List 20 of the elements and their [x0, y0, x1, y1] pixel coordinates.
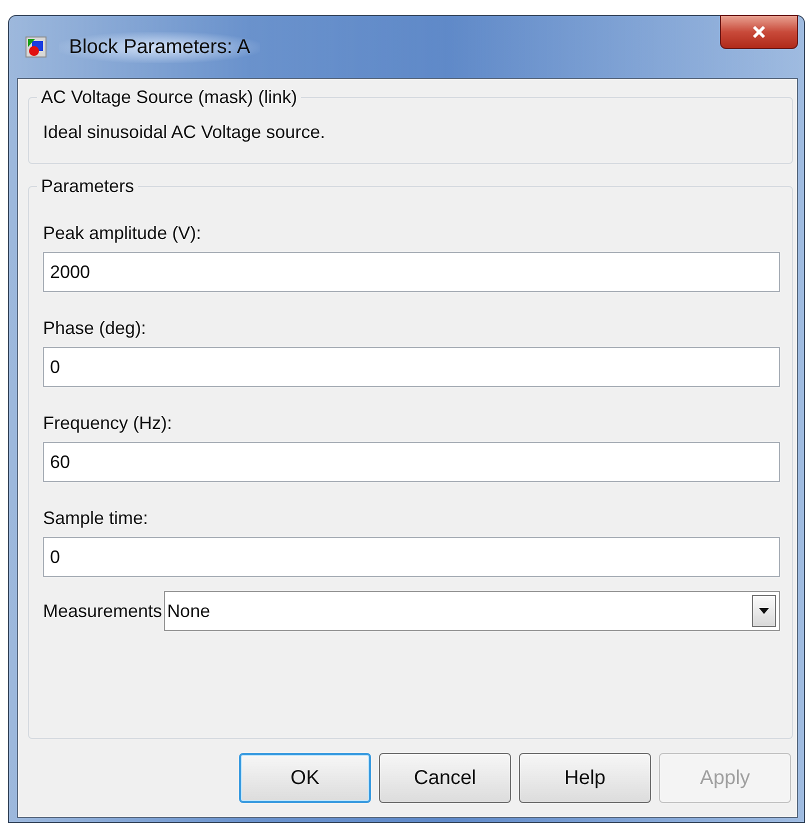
dialog-button[interactable]: Cancel — [379, 753, 511, 803]
field-label: Sample time: — [43, 508, 150, 529]
app-icon — [25, 36, 47, 58]
input-field[interactable]: 60 — [43, 442, 780, 482]
field-label: Measurements — [43, 600, 162, 622]
dialog-button[interactable]: Help — [519, 753, 651, 803]
input-field[interactable]: 0 — [43, 347, 780, 387]
field-label: Frequency (Hz): — [43, 413, 174, 434]
input-field[interactable]: 0 — [43, 537, 780, 577]
group-title: AC Voltage Source (mask) (link) — [40, 87, 298, 108]
dropdown[interactable]: None — [164, 591, 780, 631]
window-title: Block Parameters: A — [59, 32, 260, 62]
description-text: Ideal sinusoidal AC Voltage source. — [43, 121, 326, 144]
group-title: Parameters — [40, 176, 136, 197]
input-field[interactable]: 2000 — [43, 252, 780, 292]
field-label: Peak amplitude (V): — [43, 223, 202, 244]
close-button[interactable] — [720, 15, 798, 49]
field-label: Phase (deg): — [43, 318, 148, 339]
close-icon — [752, 26, 766, 38]
dialog-button[interactable]: OK — [239, 753, 371, 803]
